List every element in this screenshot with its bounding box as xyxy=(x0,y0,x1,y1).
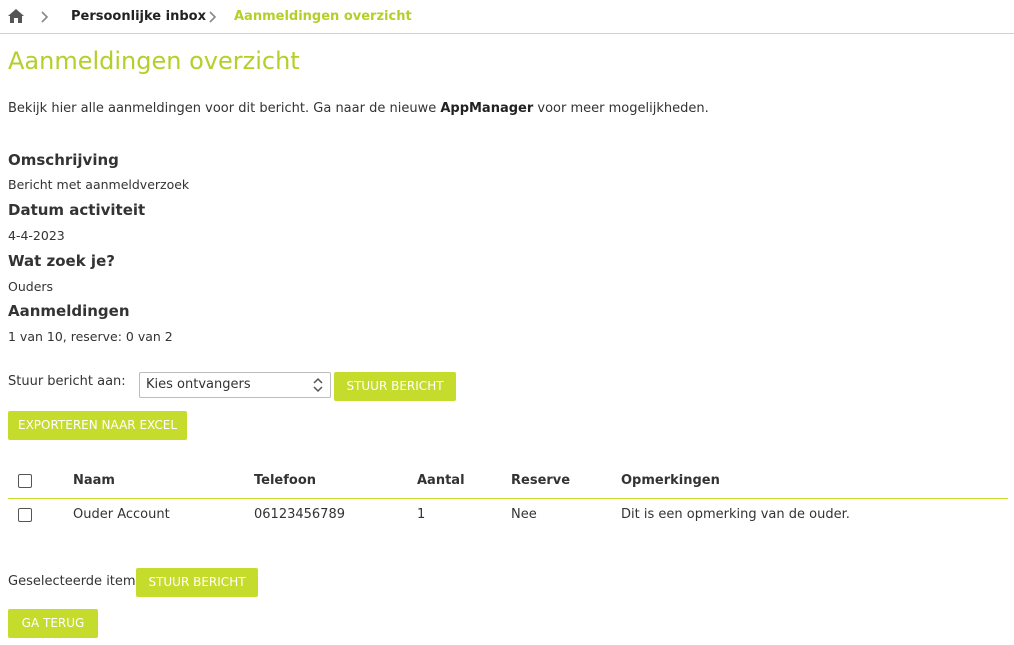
column-header-telefoon: Telefoon xyxy=(254,473,317,488)
chevron-right-icon xyxy=(41,11,49,23)
table-header-divider xyxy=(8,498,1008,499)
breadcrumb-item-current: Aanmeldingen overzicht xyxy=(234,9,412,24)
zoek-value: Ouders xyxy=(8,279,54,294)
cell-naam: Ouder Account xyxy=(73,507,170,522)
cell-opmerkingen: Dit is een opmerking van de ouder. xyxy=(621,507,850,522)
column-header-naam: Naam xyxy=(73,473,115,488)
send-selected-button[interactable]: Stuur bericht xyxy=(136,568,258,597)
page-title: Aanmeldingen overzicht xyxy=(8,47,300,75)
home-icon[interactable] xyxy=(8,9,24,23)
chevron-right-icon xyxy=(209,11,217,23)
datum-value: 4-4-2023 xyxy=(8,228,65,243)
zoek-label: Wat zoek je? xyxy=(8,252,115,270)
send-message-button[interactable]: Stuur bericht xyxy=(334,372,456,401)
omschrijving-label: Omschrijving xyxy=(8,151,119,169)
back-button[interactable]: Ga terug xyxy=(8,609,98,638)
select-arrows-icon xyxy=(312,376,324,394)
aanmeldingen-label: Aanmeldingen xyxy=(8,302,130,320)
column-header-reserve: Reserve xyxy=(511,473,571,488)
recipients-select[interactable]: Kies ontvangers xyxy=(139,372,331,398)
breadcrumb-item-inbox[interactable]: Persoonlijke inbox xyxy=(71,9,206,24)
cell-reserve: Nee xyxy=(511,507,537,522)
recipients-select-value: Kies ontvangers xyxy=(146,377,251,392)
cell-aantal: 1 xyxy=(417,507,426,522)
breadcrumb: Persoonlijke inbox Aanmeldingen overzich… xyxy=(0,0,1014,34)
aanmeldingen-value: 1 van 10, reserve: 0 van 2 xyxy=(8,329,173,344)
intro-text-after: voor meer mogelijkheden. xyxy=(533,101,709,116)
intro-text-before: Bekijk hier alle aanmeldingen voor dit b… xyxy=(8,101,441,116)
send-label: Stuur bericht aan: xyxy=(8,374,126,389)
omschrijving-value: Bericht met aanmeldverzoek xyxy=(8,177,190,192)
select-all-checkbox[interactable] xyxy=(18,474,32,488)
export-excel-button[interactable]: Exporteren naar Excel xyxy=(8,411,187,440)
appmanager-link[interactable]: AppManager xyxy=(440,101,533,116)
column-header-opmerkingen: Opmerkingen xyxy=(621,473,720,488)
row-checkbox[interactable] xyxy=(18,508,32,522)
cell-telefoon: 06123456789 xyxy=(254,507,345,522)
selected-items-label: Geselecteerde items: xyxy=(8,574,147,589)
column-header-aantal: Aantal xyxy=(417,473,465,488)
datum-label: Datum activiteit xyxy=(8,201,146,219)
intro-text: Bekijk hier alle aanmeldingen voor dit b… xyxy=(8,101,709,116)
